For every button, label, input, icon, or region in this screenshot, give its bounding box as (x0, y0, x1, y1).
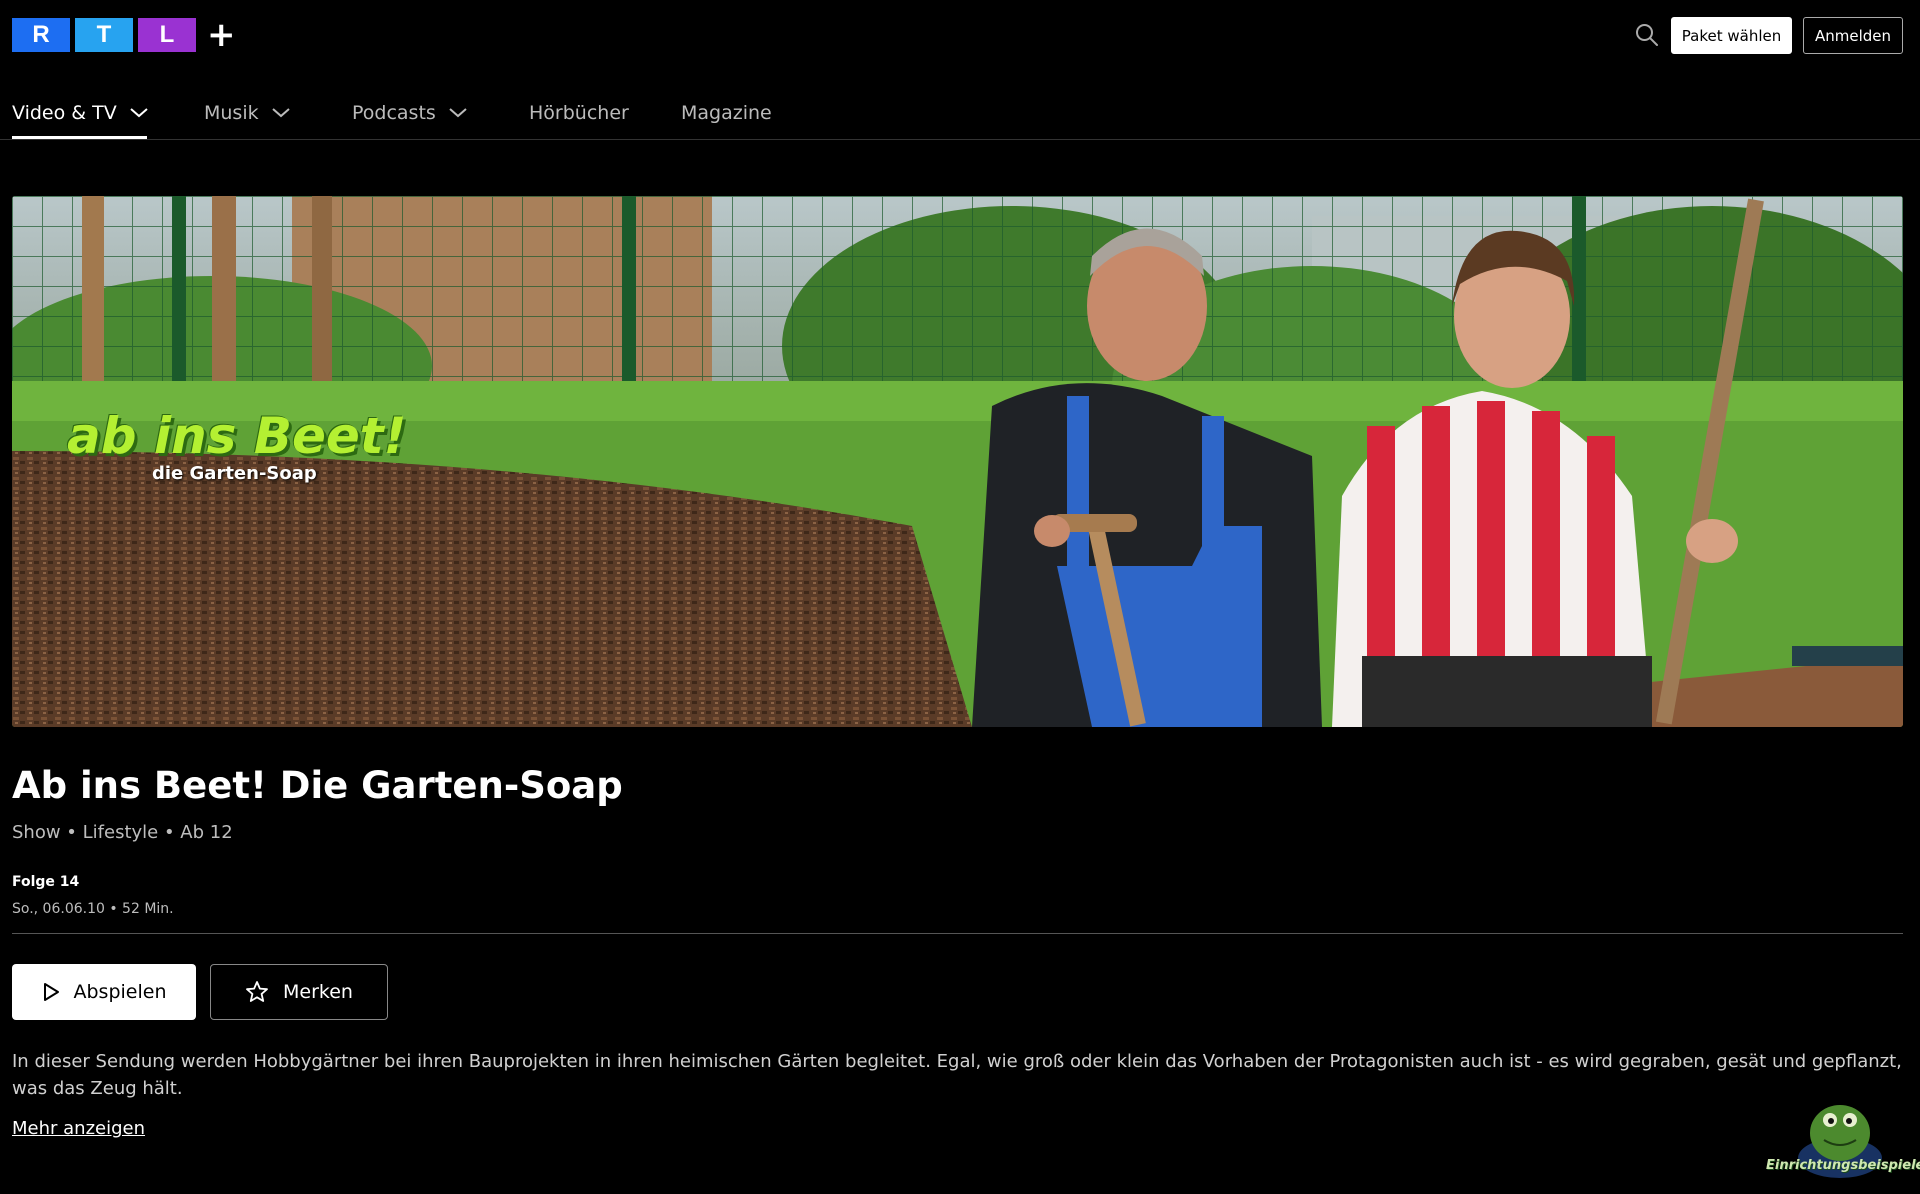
nav-item-magazine[interactable]: Magazine (681, 98, 772, 128)
logo-letter-t: T (75, 18, 133, 52)
nav-item-label: Musik (204, 102, 259, 124)
nav-item-label: Hörbücher (529, 102, 629, 124)
rtl-plus-logo[interactable]: R T L + (12, 18, 236, 52)
frog-icon (1798, 1105, 1882, 1178)
login-button[interactable]: Anmelden (1803, 17, 1903, 54)
watchlist-button[interactable]: Merken (210, 964, 388, 1020)
chevron-down-icon (271, 108, 290, 118)
nav-item-video-tv[interactable]: Video & TV (12, 98, 149, 128)
search-icon[interactable] (1634, 22, 1660, 48)
watermark-text: Einrichtungsbeispiele (1766, 1158, 1920, 1173)
nav-item-podcasts[interactable]: Podcasts (352, 98, 468, 128)
show-description: In dieser Sendung werden Hobbygärtner be… (12, 1051, 1902, 1099)
top-bar: R T L + Paket wählen Anmelden (0, 0, 1920, 68)
watchlist-button-label: Merken (283, 981, 353, 1003)
chevron-down-icon (449, 108, 467, 118)
episode-label: Folge 14 (12, 874, 80, 890)
nav-item-label: Video & TV (12, 102, 117, 124)
show-logo: ab ins Beet! die Garten-Soap (67, 411, 406, 484)
divider (12, 933, 1903, 934)
star-icon (246, 981, 268, 1002)
play-button[interactable]: Abspielen (12, 964, 196, 1020)
plus-icon: + (207, 15, 236, 55)
show-logo-sub: die Garten-Soap (152, 463, 317, 484)
logo-letter-l: L (138, 18, 196, 52)
active-nav-indicator (12, 136, 147, 139)
nav-item-label: Magazine (681, 102, 772, 124)
nav-item-label: Podcasts (352, 102, 436, 124)
main-nav: Video & TV Musik Podcasts Hörbücher Maga… (0, 86, 1920, 140)
show-logo-main: ab ins Beet! (67, 407, 407, 465)
show-more-link[interactable]: Mehr anzeigen (12, 1118, 145, 1139)
chevron-down-icon (130, 108, 148, 118)
show-meta: Show • Lifestyle • Ab 12 (12, 822, 233, 843)
episode-meta: So., 06.06.10 • 52 Min. (12, 901, 174, 917)
watermark-logo: Einrichtungsbeispiele (1762, 1098, 1920, 1190)
page-title: Ab ins Beet! Die Garten-Soap (12, 764, 623, 807)
logo-letter-r: R (12, 18, 70, 52)
choose-package-button[interactable]: Paket wählen (1671, 17, 1792, 54)
hero-image: ab ins Beet! die Garten-Soap (12, 196, 1903, 727)
play-icon (43, 983, 59, 1001)
nav-item-musik[interactable]: Musik (204, 98, 291, 128)
nav-item-hoerbuecher[interactable]: Hörbücher (529, 98, 629, 128)
play-button-label: Abspielen (73, 981, 167, 1003)
